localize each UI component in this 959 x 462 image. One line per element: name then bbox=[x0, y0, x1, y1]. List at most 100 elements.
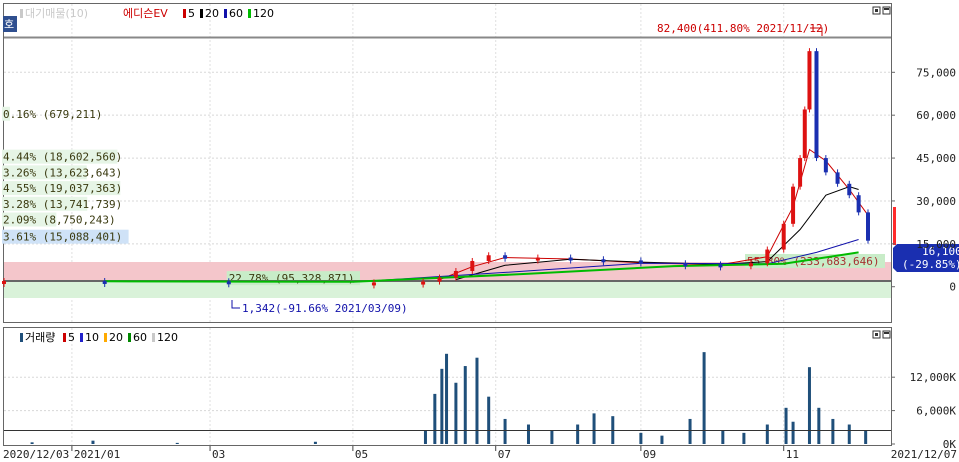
candle-body bbox=[535, 257, 540, 261]
candle-body bbox=[807, 51, 812, 110]
candle-body bbox=[638, 260, 643, 264]
volume-bar bbox=[784, 407, 788, 444]
candle-body bbox=[847, 183, 852, 196]
volume-profile-label: 3.28% (13,741,739) bbox=[3, 198, 122, 211]
volume-profile-label: 2.09% (8,750,243) bbox=[3, 214, 116, 227]
volume-panel: 거래량 5 10 20 60 120 bbox=[3, 327, 892, 446]
volume-bar bbox=[765, 424, 769, 444]
candle-body bbox=[421, 281, 426, 285]
candle-body bbox=[748, 263, 753, 267]
volume-profile-label: 22.78% (95,328,871) bbox=[229, 272, 355, 285]
max-price-label: 82,400(411.80% 2021/11/12) bbox=[657, 22, 829, 35]
volume-bar bbox=[576, 424, 580, 444]
current-price-change: (-29.85%) bbox=[902, 258, 959, 271]
candle-body bbox=[2, 280, 6, 284]
volume-bar bbox=[313, 441, 317, 444]
candle-body bbox=[866, 212, 870, 241]
candle-body bbox=[437, 277, 442, 282]
legend-swatch bbox=[224, 9, 227, 18]
volume-bar bbox=[807, 367, 811, 444]
candle-body bbox=[371, 282, 376, 286]
legend-swatch bbox=[80, 333, 83, 342]
volume-bar bbox=[639, 432, 643, 444]
x-tick-label: 05 bbox=[355, 448, 368, 461]
legend-swatch bbox=[183, 9, 186, 18]
legend-label: 20 bbox=[205, 7, 219, 20]
volume-profile-label: 4.55% (19,037,363) bbox=[3, 182, 122, 195]
legend-swatch bbox=[152, 333, 155, 342]
price-tick-label: 75,000 bbox=[916, 66, 956, 79]
price-tick-label: 15,000 bbox=[916, 238, 956, 251]
volume-bar bbox=[526, 424, 530, 444]
volume-profile-band-low bbox=[4, 281, 891, 298]
price-panel: 0.16% (679,211) 4.44% (18,602,560) 3.26% (… bbox=[2, 3, 892, 323]
candle-body bbox=[486, 255, 491, 261]
candle-body bbox=[718, 264, 723, 268]
x-axis: 2020/12/03 2021/01 03 05 07 09 11 2021/12/07 bbox=[3, 446, 957, 461]
candle-body bbox=[568, 257, 573, 261]
volume-bar bbox=[440, 368, 444, 444]
legend-swatch bbox=[104, 333, 107, 342]
candle-body bbox=[798, 158, 803, 187]
volume-bar bbox=[864, 430, 868, 444]
volume-bar bbox=[175, 442, 179, 444]
legend-label: 120 bbox=[253, 7, 274, 20]
candle-body bbox=[814, 51, 819, 159]
legend-label: 60 bbox=[229, 7, 243, 20]
volume-profile-label: 4.44% (18,602,560) bbox=[3, 151, 122, 164]
volume-bar bbox=[742, 432, 746, 444]
legend-swatch bbox=[117, 8, 122, 19]
legend-label: 거래량 bbox=[25, 331, 55, 344]
x-tick-label: 11 bbox=[786, 448, 799, 461]
min-price-label: 1,342(-91.66% 2021/03/09) bbox=[242, 302, 408, 315]
legend-label: 대기매물(10) bbox=[25, 7, 88, 20]
volume-bar bbox=[791, 421, 795, 444]
volume-bar bbox=[487, 396, 491, 444]
price-tick-label: 45,000 bbox=[916, 152, 956, 165]
volume-tick-label: 6,000K bbox=[916, 405, 956, 418]
volume-bar bbox=[847, 424, 851, 444]
legend-label: 5 bbox=[188, 7, 195, 20]
volume-bar bbox=[550, 430, 554, 444]
candle-body bbox=[470, 260, 475, 271]
candle-body bbox=[503, 255, 508, 259]
x-tick-label: 07 bbox=[498, 448, 511, 461]
candle-body bbox=[823, 158, 828, 173]
volume-bar bbox=[433, 393, 437, 444]
price-tick-label: 30,000 bbox=[916, 195, 956, 208]
candle-body bbox=[835, 172, 840, 184]
legend-label: 5 bbox=[68, 331, 75, 344]
volume-bar bbox=[503, 418, 507, 444]
candle-body bbox=[781, 223, 786, 250]
price-scroll-marker bbox=[893, 207, 896, 245]
volume-bar bbox=[423, 430, 427, 444]
volume-profile-label: 3.61% (15,088,401) bbox=[3, 231, 122, 244]
volume-bar bbox=[831, 418, 835, 444]
candle-body bbox=[453, 270, 458, 278]
legend-swatch bbox=[200, 9, 203, 18]
volume-bar bbox=[660, 435, 664, 444]
volume-bar bbox=[91, 440, 95, 444]
legend-swatch bbox=[128, 333, 131, 342]
x-tick-label: 2021/12/07 bbox=[891, 448, 957, 461]
volume-bar bbox=[688, 418, 692, 444]
volume-bar bbox=[817, 407, 821, 444]
candle-body bbox=[856, 195, 861, 213]
legend-label: 에디슨EV bbox=[123, 7, 168, 20]
volume-bar bbox=[475, 357, 479, 444]
candle-body bbox=[683, 263, 688, 267]
candle-body bbox=[102, 280, 107, 284]
x-tick-label: 2020/12/03 bbox=[3, 448, 69, 461]
volume-tick-label: 12,000K bbox=[910, 371, 957, 384]
legend-swatch bbox=[20, 333, 23, 342]
price-tick-label: 60,000 bbox=[916, 109, 956, 122]
x-tick-label: 2021/01 bbox=[74, 448, 120, 461]
legend-swatch bbox=[20, 9, 23, 18]
volume-bar bbox=[454, 382, 458, 444]
candle-body bbox=[601, 259, 606, 263]
volume-bar bbox=[463, 366, 467, 444]
volume-profile-label: 3.26% (13,623,643) bbox=[3, 166, 122, 179]
stock-chart: 0.16% (679,211) 4.44% (18,602,560) 3.26% (… bbox=[2, 3, 959, 461]
volume-bar bbox=[30, 442, 34, 444]
legend-label: 20 bbox=[109, 331, 123, 344]
